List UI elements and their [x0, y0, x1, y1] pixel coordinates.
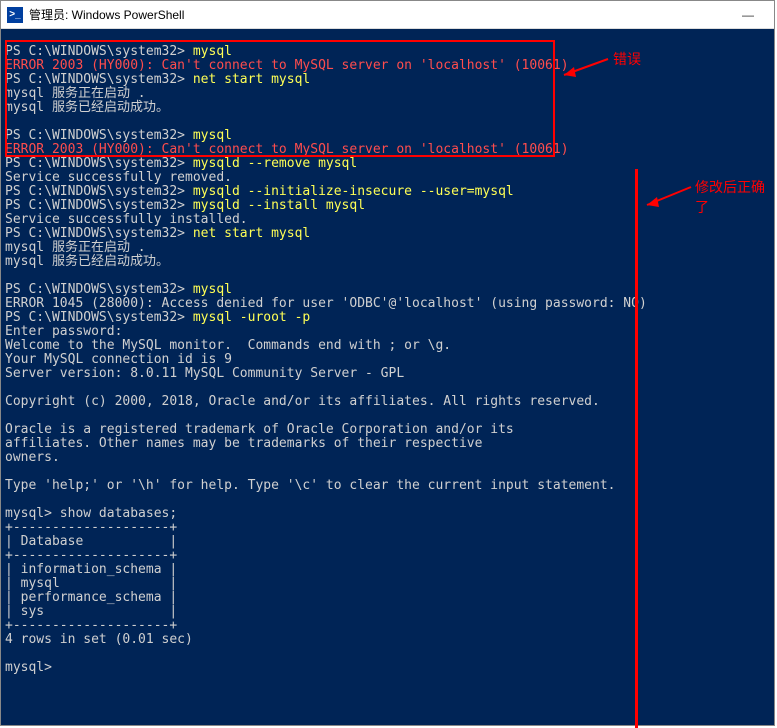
- output: affiliates. Other names may be trademark…: [5, 436, 482, 451]
- output: owners.: [5, 450, 60, 465]
- table-row: | sys |: [5, 604, 177, 619]
- output: mysql 服务已经启动成功。: [5, 254, 169, 269]
- output: 4 rows in set (0.01 sec): [5, 632, 193, 647]
- command: mysql -uroot -p: [193, 310, 310, 325]
- output: Service successfully installed.: [5, 212, 248, 227]
- output: Enter password:: [5, 324, 122, 339]
- prompt: PS C:\WINDOWS\system32>: [5, 156, 193, 171]
- terminal-content[interactable]: PS C:\WINDOWS\system32> mysql ERROR 2003…: [1, 29, 774, 725]
- command: mysqld --remove mysql: [193, 156, 357, 171]
- output: mysql 服务正在启动 .: [5, 240, 146, 255]
- table-row: | performance_schema |: [5, 590, 177, 605]
- powershell-window: >_ 管理员: Windows PowerShell — PS C:\WINDO…: [0, 0, 775, 726]
- prompt: PS C:\WINDOWS\system32>: [5, 310, 193, 325]
- command: mysqld --install mysql: [193, 198, 365, 213]
- table-border: +--------------------+: [5, 618, 177, 633]
- table-row: | information_schema |: [5, 562, 177, 577]
- output: mysql 服务已经启动成功。: [5, 100, 169, 115]
- output: Copyright (c) 2000, 2018, Oracle and/or …: [5, 394, 600, 409]
- table-row: | mysql |: [5, 576, 177, 591]
- output: Oracle is a registered trademark of Orac…: [5, 422, 514, 437]
- output: Welcome to the MySQL monitor. Commands e…: [5, 338, 451, 353]
- window-title: 管理员: Windows PowerShell: [29, 6, 184, 23]
- table-border: +--------------------+: [5, 548, 177, 563]
- output: Your MySQL connection id is 9: [5, 352, 232, 367]
- command: mysql: [193, 44, 232, 59]
- error-output: ERROR 2003 (HY000): Can't connect to MyS…: [5, 58, 569, 73]
- prompt: PS C:\WINDOWS\system32>: [5, 226, 193, 241]
- output: Type 'help;' or '\h' for help. Type '\c'…: [5, 478, 615, 493]
- output: Service successfully removed.: [5, 170, 232, 185]
- title-bar[interactable]: >_ 管理员: Windows PowerShell —: [1, 1, 774, 29]
- prompt: PS C:\WINDOWS\system32>: [5, 198, 193, 213]
- output: mysql 服务正在启动 .: [5, 86, 146, 101]
- mysql-prompt: mysql>: [5, 660, 52, 675]
- term-line: PS C:\WINDOWS\system32> mysql ERROR 2003…: [5, 44, 647, 675]
- output: ERROR 1045 (28000): Access denied for us…: [5, 296, 647, 311]
- command: mysql: [193, 282, 232, 297]
- prompt: PS C:\WINDOWS\system32>: [5, 184, 193, 199]
- mysql-prompt: mysql> show databases;: [5, 506, 177, 521]
- prompt: PS C:\WINDOWS\system32>: [5, 282, 193, 297]
- prompt: PS C:\WINDOWS\system32>: [5, 128, 193, 143]
- command: mysql: [193, 128, 232, 143]
- command: mysqld --initialize-insecure --user=mysq…: [193, 184, 514, 199]
- table-border: +--------------------+: [5, 520, 177, 535]
- output: Server version: 8.0.11 MySQL Community S…: [5, 366, 404, 381]
- prompt: PS C:\WINDOWS\system32>: [5, 44, 193, 59]
- command: net start mysql: [193, 72, 310, 87]
- command: net start mysql: [193, 226, 310, 241]
- prompt: PS C:\WINDOWS\system32>: [5, 72, 193, 87]
- window-controls: —: [728, 2, 768, 28]
- powershell-icon: >_: [7, 7, 23, 23]
- error-output: ERROR 2003 (HY000): Can't connect to MyS…: [5, 142, 569, 157]
- table-header: | Database |: [5, 534, 177, 549]
- minimize-button[interactable]: —: [728, 2, 768, 28]
